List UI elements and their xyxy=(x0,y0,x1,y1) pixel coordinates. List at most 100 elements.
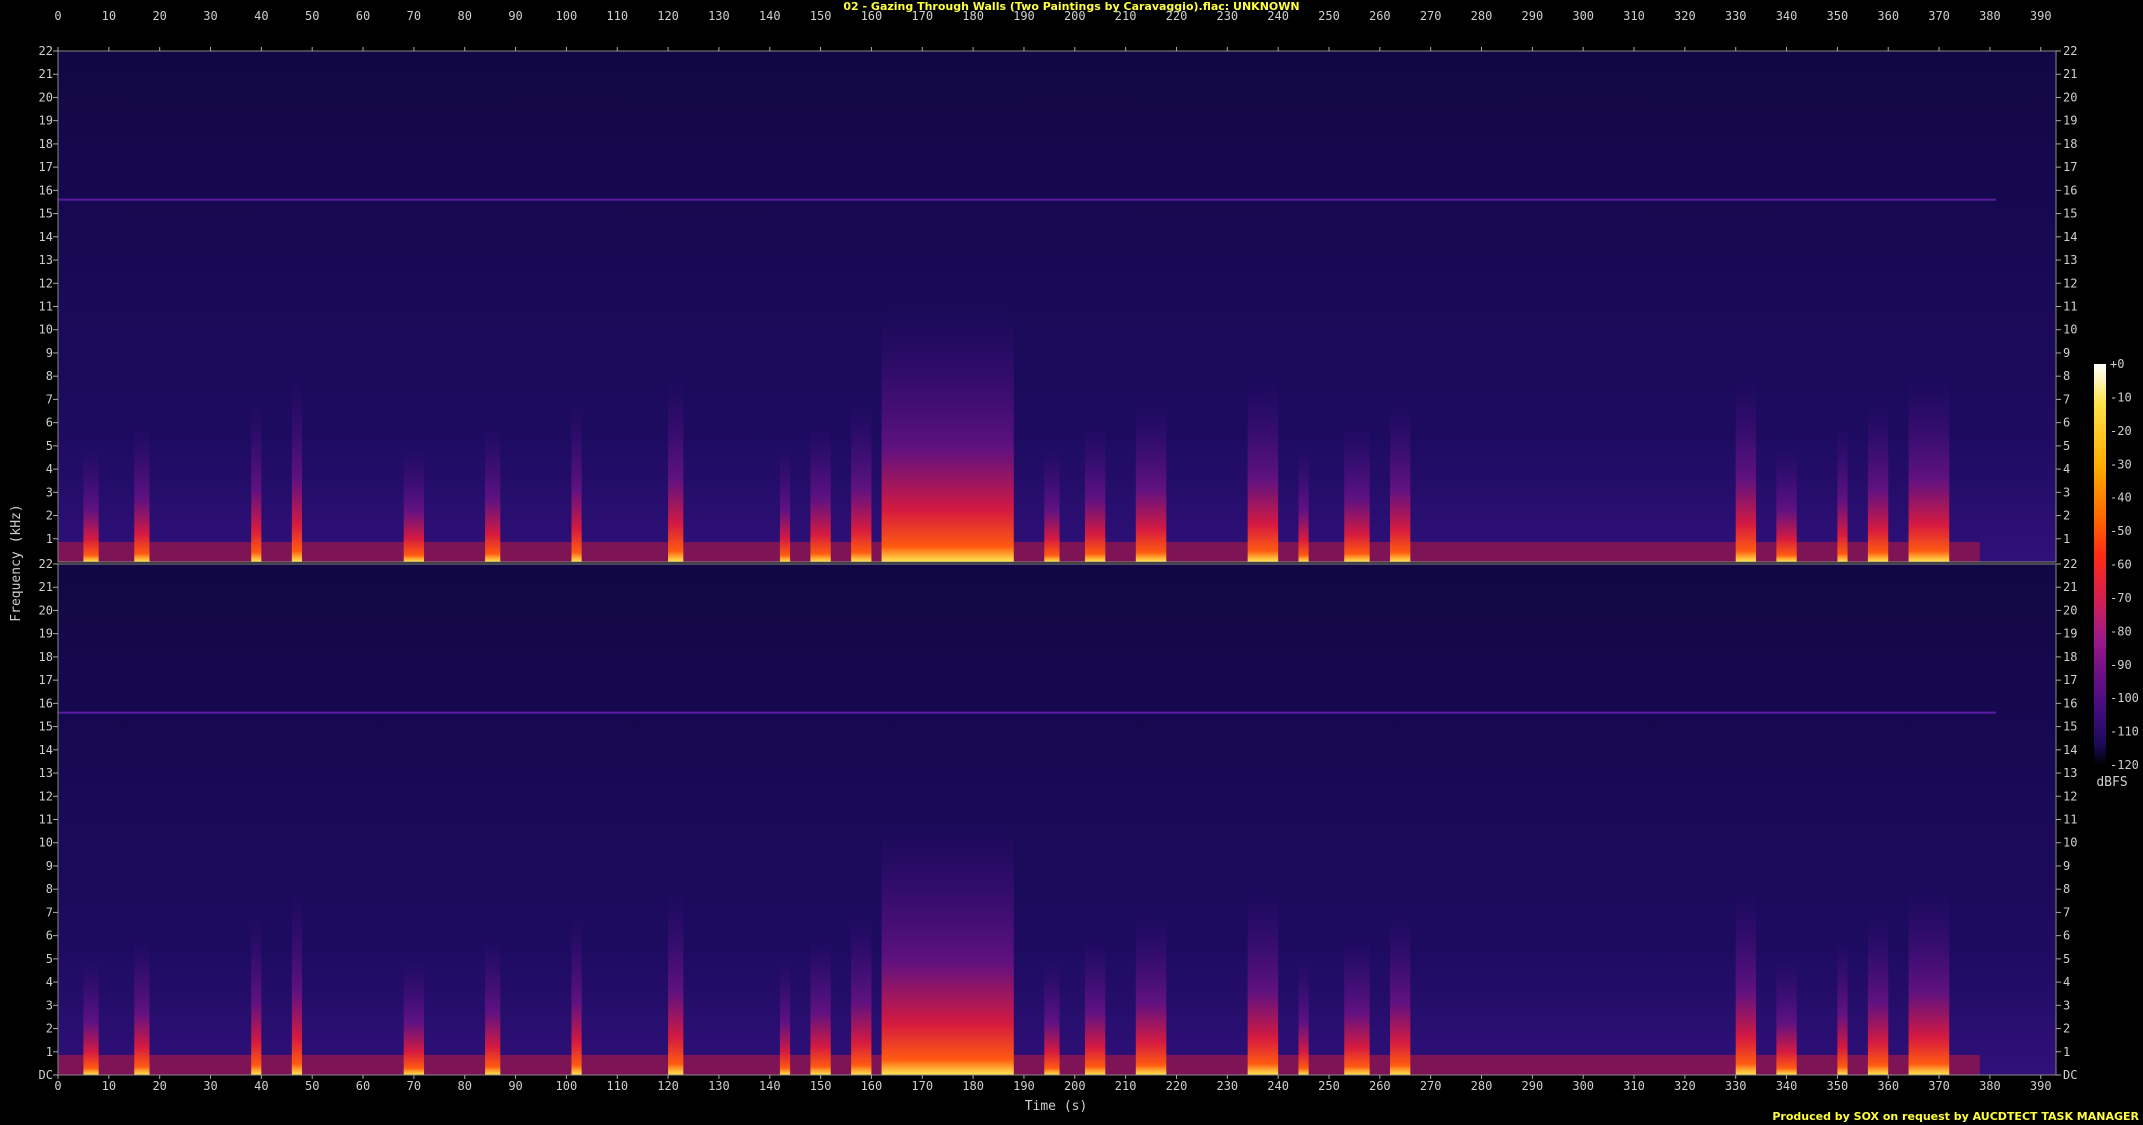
colorbar: +0 -10 -20 -30 -40 -50 -60 -70 -80 -90 -100 -110 -12… xyxy=(2094,357,2139,772)
y-tick-label: 10 xyxy=(2063,323,2077,337)
y-tick-label: 19 xyxy=(39,114,53,128)
energy-segment xyxy=(1044,958,1060,1075)
energy-segment xyxy=(851,399,872,562)
y-tick-label: 1 xyxy=(2063,532,2070,546)
y-tick-label: 15 xyxy=(39,207,53,221)
x-tick-label: 240 xyxy=(1267,9,1289,23)
y-tick-label: 4 xyxy=(2063,462,2070,476)
colorbar-tick-label: -50 xyxy=(2110,524,2132,538)
y-tick-label: 11 xyxy=(39,813,53,827)
x-tick-label: 380 xyxy=(1979,9,2001,23)
x-tick-label: 210 xyxy=(1115,1079,1137,1093)
x-tick-label: 0 xyxy=(54,9,61,23)
y-tick-label: 12 xyxy=(2063,276,2077,290)
y-tick-label: 22 xyxy=(39,44,53,58)
energy-segment xyxy=(571,912,582,1075)
x-tick-label: 150 xyxy=(810,9,832,23)
x-tick-label: 210 xyxy=(1115,9,1137,23)
y-tick-label: 1 xyxy=(2063,1045,2070,1059)
energy-segment xyxy=(851,912,872,1075)
x-tick-label: 250 xyxy=(1318,9,1340,23)
x-tick-label: 320 xyxy=(1674,9,1696,23)
y-tick-label: 10 xyxy=(2063,836,2077,850)
x-tick-label: 110 xyxy=(606,9,628,23)
energy-segment xyxy=(83,958,99,1075)
energy-segment xyxy=(1044,445,1060,562)
y-tick-label: 15 xyxy=(2063,207,2077,221)
x-tick-label: 140 xyxy=(759,1079,781,1093)
energy-segment xyxy=(1084,935,1106,1075)
colorbar-tick-label: -40 xyxy=(2110,491,2132,505)
x-tick-label: 40 xyxy=(254,9,268,23)
energy-segment xyxy=(1735,376,1757,562)
x-tick-label: 250 xyxy=(1318,1079,1340,1093)
y-tick-label: 21 xyxy=(2063,67,2077,81)
channel-1-panel xyxy=(57,50,2057,563)
x-tick-label: 130 xyxy=(708,9,730,23)
x-tick-label: 390 xyxy=(2030,9,2052,23)
x-tick-label: 390 xyxy=(2030,1079,2052,1093)
energy-segment xyxy=(1298,445,1309,562)
y-tick-label: 9 xyxy=(2063,859,2070,873)
energy-segment xyxy=(291,376,303,562)
y-tick-label: 8 xyxy=(2063,369,2070,383)
energy-segment xyxy=(291,889,303,1075)
y-tick-label: 20 xyxy=(39,90,53,104)
energy-segment xyxy=(251,912,262,1075)
energy-segment xyxy=(571,399,582,562)
x-tick-label: 330 xyxy=(1725,1079,1747,1093)
x-tick-label: 110 xyxy=(606,1079,628,1093)
y-tick-label: 15 xyxy=(2063,720,2077,734)
x-tick-label: 120 xyxy=(657,9,679,23)
x-tick-label: 310 xyxy=(1623,1079,1645,1093)
x-tick-label: 120 xyxy=(657,1079,679,1093)
x-tick-label: 230 xyxy=(1216,9,1238,23)
energy-segment xyxy=(668,889,684,1075)
colorbar-tick-label: -80 xyxy=(2110,624,2132,638)
x-tick-label: 90 xyxy=(508,1079,522,1093)
x-tick-label: 70 xyxy=(407,9,421,23)
x-tick-label: 190 xyxy=(1013,1079,1035,1093)
x-tick-label: 190 xyxy=(1013,9,1035,23)
x-tick-label: 160 xyxy=(861,1079,883,1093)
energy-segment xyxy=(779,958,791,1075)
x-tick-label: 290 xyxy=(1522,1079,1544,1093)
y-tick-label: 13 xyxy=(39,253,53,267)
colorbar-tick-label: -30 xyxy=(2110,457,2132,471)
y-tick-label: 17 xyxy=(39,673,53,687)
y-tick-label: DC xyxy=(39,1068,53,1082)
energy-segment xyxy=(1135,912,1167,1075)
y-tick-label: 18 xyxy=(39,650,53,664)
x-tick-label: 60 xyxy=(356,1079,370,1093)
energy-segment xyxy=(779,445,791,562)
x-tick-label: 320 xyxy=(1674,1079,1696,1093)
x-tick-label: 330 xyxy=(1725,9,1747,23)
colorbar-label: dBFS xyxy=(2096,775,2127,790)
x-tick-label: 90 xyxy=(508,9,522,23)
spectrogram-chart: 0 0 10 10 20 20 30 30 40 40 50 50 60 60 70 70 80 80 90 90 10… xyxy=(9,9,2139,1114)
x-tick-label: 80 xyxy=(457,9,471,23)
x-tick-label: 140 xyxy=(759,9,781,23)
energy-segment xyxy=(668,376,684,562)
y-tick-label: 16 xyxy=(2063,696,2077,710)
energy-segment xyxy=(403,958,425,1075)
energy-segment xyxy=(134,422,150,562)
y-tick-label: 22 xyxy=(2063,557,2077,571)
y-tick-label: 21 xyxy=(39,580,53,594)
y-tick-label: 19 xyxy=(2063,114,2077,128)
y-tick-label: 12 xyxy=(39,789,53,803)
y-tick-label: 18 xyxy=(39,137,53,151)
y-tick-label: 6 xyxy=(46,416,53,430)
energy-segment xyxy=(403,445,425,562)
colorbar-gradient xyxy=(2094,364,2106,765)
x-tick-label: 80 xyxy=(457,1079,471,1093)
y-tick-label: 20 xyxy=(2063,90,2077,104)
y-tick-label: 8 xyxy=(46,369,53,383)
colorbar-tick-label: -120 xyxy=(2110,758,2139,772)
x-tick-label: 200 xyxy=(1064,9,1086,23)
x-tick-label: 220 xyxy=(1166,1079,1188,1093)
y-tick-label: 15 xyxy=(39,720,53,734)
y-tick-label: 3 xyxy=(2063,998,2070,1012)
energy-segment xyxy=(251,399,262,562)
y-tick-label: 20 xyxy=(39,603,53,617)
